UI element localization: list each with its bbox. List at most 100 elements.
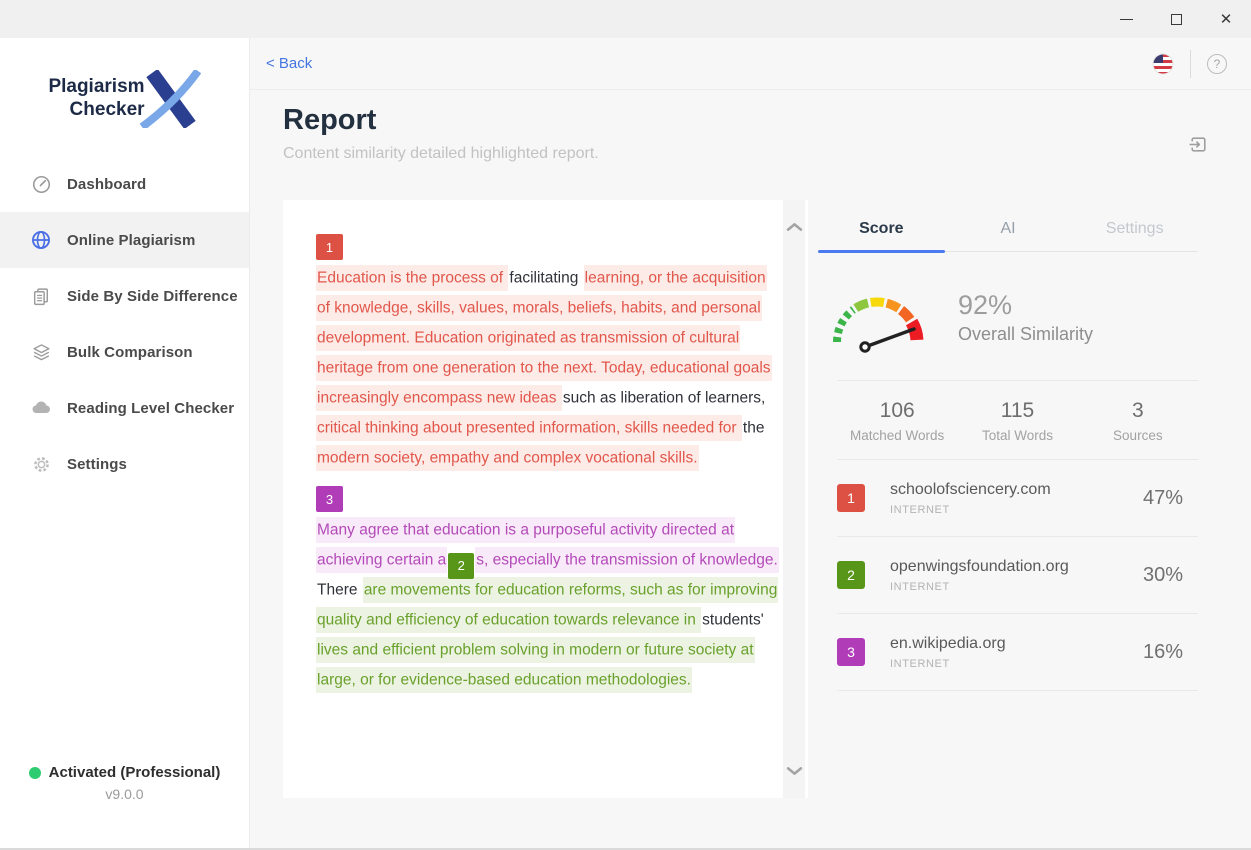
title-bar: ✕ <box>0 0 1251 38</box>
back-link[interactable]: < Back <box>266 55 312 72</box>
text-segment: facilitating <box>508 265 583 291</box>
us-flag-icon[interactable] <box>1152 53 1174 75</box>
paragraph-text: Many agree that education is a purposefu… <box>316 515 778 695</box>
source-domain[interactable]: schoolofsciencery.com <box>890 481 1051 499</box>
stat-value: 3 <box>1078 399 1198 423</box>
source-row[interactable]: 3 en.wikipedia.org INTERNET 16% <box>818 614 1198 690</box>
stat-label: Matched Words <box>837 428 957 443</box>
maximize-button[interactable] <box>1151 0 1201 38</box>
stat-sources: 3 Sources <box>1078 399 1198 443</box>
chevron-up-icon <box>786 222 803 232</box>
match-badge[interactable]: 3 <box>316 486 343 512</box>
source-percent: 30% <box>1143 564 1183 587</box>
source-percent: 47% <box>1143 487 1183 510</box>
logo-x-icon <box>137 70 201 128</box>
score-panel: Score AI Settings 92% Overall Similarity <box>818 206 1198 691</box>
activation-dot-icon <box>29 767 41 779</box>
stat-label: Sources <box>1078 428 1198 443</box>
stat-total-words: 115 Total Words <box>957 399 1077 443</box>
document-paragraph: 1 Education is the process of facilitatin… <box>316 234 778 473</box>
stats-row: 106 Matched Words 115 Total Words 3 Sour… <box>818 381 1198 459</box>
close-icon: ✕ <box>1220 10 1233 28</box>
top-bar: < Back ? <box>250 38 1251 90</box>
stat-matched-words: 106 Matched Words <box>837 399 957 443</box>
document-paragraph: 3 Many agree that education is a purposef… <box>316 486 778 695</box>
source-percent: 16% <box>1143 641 1183 664</box>
text-segment: s, especially the transmission of knowle… <box>475 547 779 573</box>
divider <box>837 690 1198 691</box>
source-domain[interactable]: openwingsfoundation.org <box>890 558 1069 576</box>
app-logo: Plagiarism Checker <box>0 38 249 138</box>
tab-ai[interactable]: AI <box>945 206 1072 251</box>
document-report-panel: 1 Education is the process of facilitatin… <box>283 200 808 798</box>
source-type: INTERNET <box>890 581 1069 593</box>
sidebar-item-bulk-comparison[interactable]: Bulk Comparison <box>0 324 249 380</box>
logo-line1: Plagiarism <box>48 76 144 99</box>
sidebar-item-settings[interactable]: Settings <box>0 436 249 492</box>
text-segment: modern society, empathy and complex voca… <box>316 445 699 471</box>
globe-icon <box>30 229 52 251</box>
activation-status: Activated (Professional) v9.0.0 <box>0 764 249 802</box>
source-badge[interactable]: 3 <box>837 638 865 666</box>
sidebar-item-label: Settings <box>67 456 127 473</box>
stat-value: 115 <box>957 399 1077 423</box>
text-segment: students' <box>701 607 765 633</box>
help-icon[interactable]: ? <box>1207 54 1227 74</box>
sidebar-nav: Dashboard Online Plagiarism Side By Side… <box>0 156 249 492</box>
tab-settings[interactable]: Settings <box>1071 206 1198 251</box>
match-badge-inline[interactable]: 2 <box>448 553 474 579</box>
export-icon <box>1188 134 1209 155</box>
source-type: INTERNET <box>890 658 1006 670</box>
source-badge[interactable]: 2 <box>837 561 865 589</box>
export-report-button[interactable] <box>1188 134 1209 160</box>
maximize-icon <box>1171 14 1182 25</box>
sidebar-item-label: Bulk Comparison <box>67 344 193 361</box>
activation-label: Activated (Professional) <box>49 764 221 781</box>
source-row[interactable]: 2 openwingsfoundation.org INTERNET 30% <box>818 537 1198 613</box>
document-scrollbar[interactable] <box>783 200 805 798</box>
app-logo-text: Plagiarism Checker <box>48 76 144 122</box>
sidebar-item-label: Online Plagiarism <box>67 232 195 249</box>
topbar-divider <box>1190 50 1191 78</box>
page-title: Report <box>283 104 599 137</box>
report-tabs: Score AI Settings <box>818 206 1198 252</box>
layers-icon <box>30 341 52 363</box>
logo-line2: Checker <box>48 99 144 122</box>
sidebar: Plagiarism Checker Dashboard Online Plag… <box>0 38 250 848</box>
stat-value: 106 <box>837 399 957 423</box>
overall-similarity-value: 92% <box>958 290 1093 321</box>
sidebar-item-online-plagiarism[interactable]: Online Plagiarism <box>0 212 249 268</box>
sidebar-item-dashboard[interactable]: Dashboard <box>0 156 249 212</box>
sidebar-item-label: Side By Side Difference <box>67 288 238 305</box>
sidebar-item-side-by-side[interactable]: Side By Side Difference <box>0 268 249 324</box>
text-segment: Education is the process of <box>316 265 508 291</box>
app-version: v9.0.0 <box>0 786 249 802</box>
page-subtitle: Content similarity detailed highlighted … <box>283 145 599 163</box>
cloud-icon <box>30 397 52 419</box>
sidebar-item-reading-level[interactable]: Reading Level Checker <box>0 380 249 436</box>
tab-score[interactable]: Score <box>818 206 945 251</box>
source-domain[interactable]: en.wikipedia.org <box>890 635 1006 653</box>
minimize-icon <box>1120 19 1133 20</box>
overall-similarity-label: Overall Similarity <box>958 324 1093 345</box>
minimize-button[interactable] <box>1101 0 1151 38</box>
gear-icon <box>30 453 52 475</box>
chevron-down-icon <box>786 766 803 776</box>
text-segment: the <box>742 415 766 441</box>
text-segment: critical thinking about presented inform… <box>316 415 742 441</box>
match-badge[interactable]: 1 <box>316 234 343 260</box>
scroll-down-button[interactable] <box>783 756 805 786</box>
sidebar-item-label: Dashboard <box>67 176 146 193</box>
source-row[interactable]: 1 schoolofsciencery.com INTERNET 47% <box>818 460 1198 536</box>
scroll-up-button[interactable] <box>783 212 805 242</box>
documents-icon <box>30 285 52 307</box>
text-segment: lives and efficient problem solving in m… <box>316 637 755 693</box>
main-area: < Back ? Report Content similarity detai… <box>250 38 1251 850</box>
close-button[interactable]: ✕ <box>1201 0 1251 38</box>
stat-label: Total Words <box>957 428 1077 443</box>
dashboard-gauge-icon <box>30 173 52 195</box>
similarity-gauge-icon <box>824 278 936 356</box>
text-segment: There <box>316 577 363 603</box>
source-badge[interactable]: 1 <box>837 484 865 512</box>
help-glyph: ? <box>1214 57 1221 71</box>
